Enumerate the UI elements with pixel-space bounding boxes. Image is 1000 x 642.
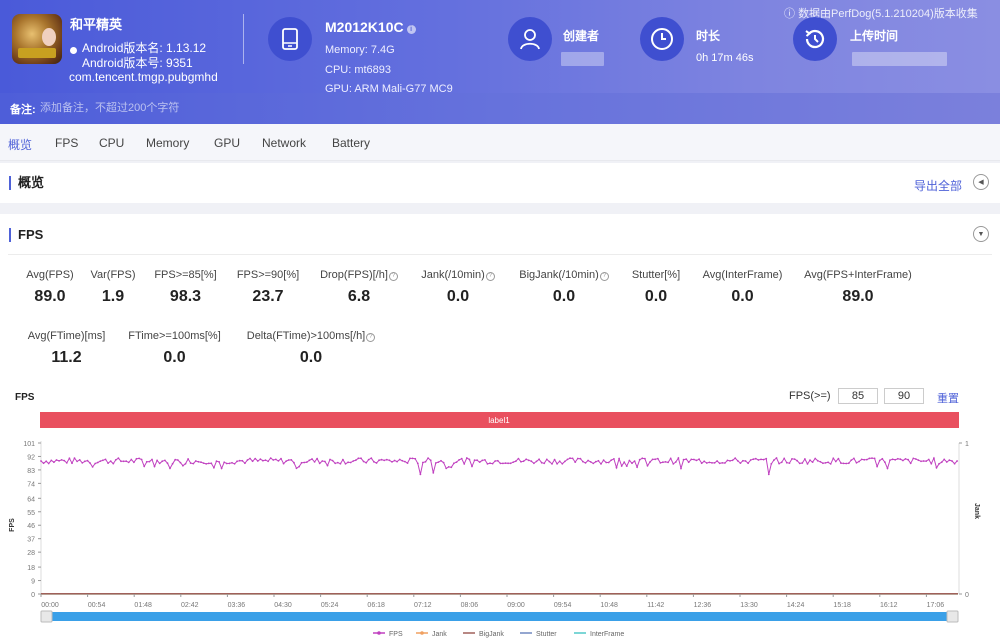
metric-avg-interframe: Avg(InterFrame) 0.0: [702, 269, 783, 305]
creator-label: 创建者: [563, 29, 600, 43]
upload-time-label: 上传时间: [850, 29, 899, 43]
metric-delta-ftime: Delta(FTime)>100ms[/h]? 0.0: [243, 330, 379, 367]
duration-value: 0h 17m 46s: [696, 52, 754, 64]
upload-time-value-redacted: [852, 52, 947, 66]
metric-drop-fps: Drop(FPS)[/h]? 6.8: [318, 269, 400, 306]
device-info-icon[interactable]: i: [406, 25, 416, 34]
fps-title: FPS: [9, 228, 43, 242]
metric-avg-ftime: Avg(FTime)[ms] 11.2: [27, 330, 106, 366]
divider: [8, 254, 992, 255]
device-cpu: CPU: mt6893: [325, 64, 392, 76]
collapse-left-icon[interactable]: ◀: [973, 174, 989, 190]
tab-gpu[interactable]: GPU: [214, 136, 240, 150]
overview-section: 概览 导出全部 ◀: [0, 163, 1000, 203]
user-icon: [508, 17, 552, 61]
metric-ftime-ge-100ms: FTime>=100ms[%] 0.0: [128, 330, 221, 366]
collapse-down-icon[interactable]: ▼: [973, 226, 989, 242]
help-icon[interactable]: ?: [366, 333, 376, 342]
metric-stutter: Stutter[%] 0.0: [631, 269, 681, 305]
chart-title: FPS: [15, 392, 35, 403]
tab-cpu[interactable]: CPU: [99, 136, 124, 150]
fps-section: FPS ▼ Avg(FPS) 89.0 Var(FPS) 1.9 FPS>=85[%…: [0, 214, 1000, 642]
reset-link[interactable]: 重置: [937, 390, 959, 406]
remark-input[interactable]: [40, 100, 340, 116]
fps-threshold-input-1[interactable]: [838, 388, 878, 404]
device-memory: Memory: 7.4G: [325, 44, 395, 56]
duration-label: 时长: [696, 29, 721, 43]
device-gpu: GPU: ARM Mali-G77 MC9: [325, 83, 453, 95]
help-icon[interactable]: ?: [388, 272, 398, 281]
tab-bar: 概览 FPS CPU Memory GPU Network Battery: [0, 124, 1000, 161]
app-icon: [12, 14, 62, 64]
tab-fps[interactable]: FPS: [55, 136, 78, 150]
header-divider: [243, 14, 244, 64]
tab-overview[interactable]: 概览: [8, 136, 32, 153]
info-circle-icon: ⓘ: [784, 8, 799, 20]
metric-fps-ge-90: FPS>=90[%] 23.7: [236, 269, 300, 305]
metric-bigjank: BigJank(/10min)? 0.0: [516, 269, 612, 306]
app-name: 和平精英: [70, 17, 123, 32]
metric-avg-fps: Avg(FPS) 89.0: [26, 269, 74, 305]
tab-network[interactable]: Network: [262, 136, 306, 150]
help-icon[interactable]: ?: [599, 272, 609, 281]
metric-fps-ge-85: FPS>=85[%] 98.3: [154, 269, 217, 305]
creator-value-redacted: [561, 52, 604, 66]
phone-icon: [268, 17, 312, 61]
overview-title: 概览: [9, 176, 44, 190]
fps-threshold-input-2[interactable]: [884, 388, 924, 404]
tab-battery[interactable]: Battery: [332, 136, 370, 150]
fps-threshold-label: FPS(>=): [789, 390, 831, 402]
metric-var-fps: Var(FPS) 1.9: [90, 269, 136, 305]
metric-jank: Jank(/10min)? 0.0: [418, 269, 498, 306]
clock-icon: [640, 17, 684, 61]
metric-avg-fps-interframe: Avg(FPS+InterFrame) 89.0: [804, 269, 912, 305]
history-icon: [793, 17, 837, 61]
device-model: M2012K10C i: [325, 19, 416, 35]
remark-label: 备注:: [10, 104, 36, 116]
app-version-code: Android版本号: 9351: [82, 56, 193, 70]
export-all-link[interactable]: 导出全部: [914, 177, 962, 194]
help-icon[interactable]: ?: [485, 272, 495, 281]
report-header: 和平精英 Android版本名: 1.13.12 Android版本号: 935…: [0, 0, 1000, 124]
tab-memory[interactable]: Memory: [146, 136, 189, 150]
app-package: com.tencent.tmgp.pubgmhd: [69, 70, 218, 84]
android-icon: [70, 47, 77, 54]
